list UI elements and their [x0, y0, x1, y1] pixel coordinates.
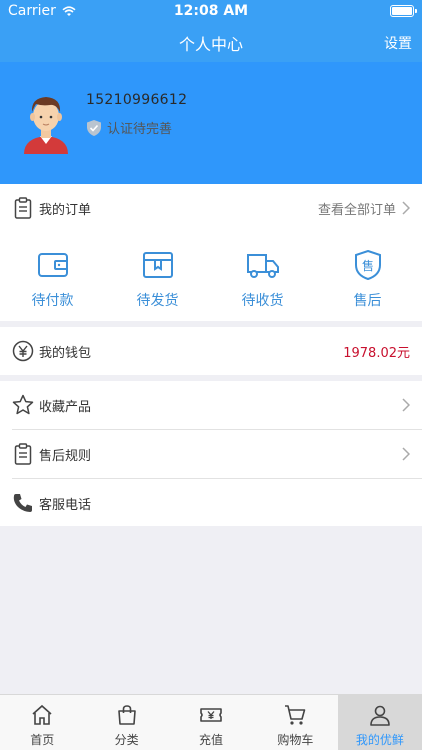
battery-icon [390, 5, 417, 17]
tab-home-label: 首页 [30, 733, 55, 747]
favorites-row[interactable]: 收藏产品 [0, 381, 422, 429]
bag-icon [117, 705, 136, 725]
navigation-bar: 个人中心 设置 [0, 22, 422, 62]
order-pending-payment-label: 待付款 [31, 293, 74, 309]
clipboard-icon [12, 443, 34, 465]
order-status-shortcuts: 待付款 待发货 待收货 售 售后 [0, 232, 422, 321]
customer-service-row[interactable]: 客服电话 [0, 479, 422, 527]
verification-status[interactable]: 认证待完善 [86, 118, 172, 137]
tab-cart[interactable]: 购物车 [253, 695, 337, 750]
star-icon [12, 394, 34, 416]
clock: 12:08 AM [173, 3, 249, 19]
menu-list: 收藏产品 售后规则 客服电话 [0, 381, 422, 526]
chevron-right-icon [402, 201, 410, 215]
orders-section: 我的订单 查看全部订单 [0, 184, 422, 232]
order-pending-payment[interactable]: 待付款 [0, 232, 105, 321]
truck-icon [246, 254, 279, 278]
phone-icon [12, 492, 34, 514]
yen-icon [12, 340, 34, 362]
user-icon [370, 705, 390, 726]
order-list-icon [12, 197, 34, 219]
customer-service-label: 客服电话 [39, 497, 92, 513]
order-pending-shipment[interactable]: 待发货 [105, 232, 210, 321]
wallet-section: 我的钱包 1978.02元 [0, 327, 422, 375]
tab-cart-label: 购物车 [277, 733, 314, 747]
after-sales-rules-label: 售后规则 [39, 448, 92, 464]
cart-icon [285, 705, 306, 725]
my-orders-row[interactable]: 我的订单 查看全部订单 [0, 184, 422, 232]
order-pending-shipment-label: 待发货 [136, 293, 179, 309]
page-title: 个人中心 [178, 35, 243, 54]
ticket-icon [200, 708, 222, 722]
settings-button[interactable]: 设置 [384, 33, 412, 53]
user-phone-number: 15210996612 [86, 92, 188, 108]
tab-home[interactable]: 首页 [0, 695, 84, 750]
view-all-orders-link[interactable]: 查看全部订单 [318, 199, 396, 218]
tab-my-account[interactable]: 我的优鲜 [337, 695, 422, 750]
chevron-right-icon [402, 398, 410, 412]
order-pending-receipt[interactable]: 待收货 [210, 232, 315, 321]
after-sales-shield-icon: 售 [354, 250, 381, 280]
verification-label: 认证待完善 [107, 122, 173, 137]
tab-my-account-label: 我的优鲜 [355, 733, 404, 747]
profile-header: 15210996612 认证待完善 [0, 62, 422, 184]
home-icon [32, 704, 52, 725]
tab-category[interactable]: 分类 [84, 695, 168, 750]
package-icon [142, 252, 173, 278]
wallet-label: 我的钱包 [39, 345, 92, 361]
order-after-sales[interactable]: 售 售后 [315, 232, 420, 321]
svg-text:售: 售 [361, 258, 373, 273]
favorites-label: 收藏产品 [39, 399, 92, 415]
wallet-row[interactable]: 我的钱包 1978.02元 [0, 327, 422, 375]
tab-bar: 首页 分类 充值 购物车 我的优鲜 [0, 694, 422, 750]
avatar[interactable] [22, 92, 70, 154]
chevron-right-icon [402, 447, 410, 461]
tab-recharge-label: 充值 [199, 733, 224, 747]
wallet-balance: 1978.02元 [343, 345, 410, 361]
wallet-icon [37, 253, 68, 277]
tab-category-label: 分类 [114, 733, 139, 747]
my-orders-label: 我的订单 [39, 202, 92, 218]
order-after-sales-label: 售后 [353, 293, 382, 309]
status-bar: Carrier 12:08 AM [0, 0, 422, 22]
order-pending-receipt-label: 待收货 [241, 293, 284, 309]
tab-recharge[interactable]: 充值 [169, 695, 253, 750]
shield-check-icon [87, 119, 101, 136]
after-sales-rules-row[interactable]: 售后规则 [0, 430, 422, 478]
